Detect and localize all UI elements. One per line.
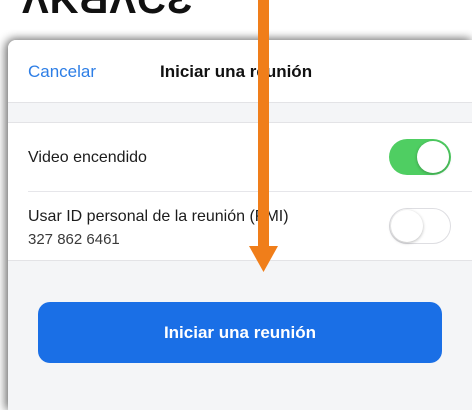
dialog-header: Cancelar Iniciar una reunión <box>8 40 472 103</box>
background-partial-text: ɅƘƋɅƇƐ <box>0 0 472 40</box>
use-pmi-toggle[interactable] <box>389 208 451 244</box>
video-on-row[interactable]: Video encendido <box>8 123 472 191</box>
meeting-settings-list: Video encendido Usar ID personal de la r… <box>8 122 472 261</box>
start-meeting-dialog: Cancelar Iniciar una reunión Video encen… <box>8 40 472 410</box>
partial-heading-text: ɅƘƋɅƇƐ <box>22 0 193 22</box>
start-meeting-button[interactable]: Iniciar una reunión <box>38 302 442 363</box>
pmi-number: 327 862 6461 <box>28 231 120 248</box>
use-pmi-label: Usar ID personal de la reunión (PMI) <box>28 208 289 225</box>
toggle-knob <box>417 141 449 173</box>
dialog-title: Iniciar una reunión <box>160 62 313 81</box>
video-on-label: Video encendido <box>28 149 147 166</box>
toggle-knob <box>391 209 423 242</box>
cancel-button[interactable]: Cancelar <box>28 62 96 82</box>
personal-meeting-id-row[interactable]: Usar ID personal de la reunión (PMI) 327… <box>28 191 472 260</box>
video-on-toggle[interactable] <box>389 139 451 175</box>
